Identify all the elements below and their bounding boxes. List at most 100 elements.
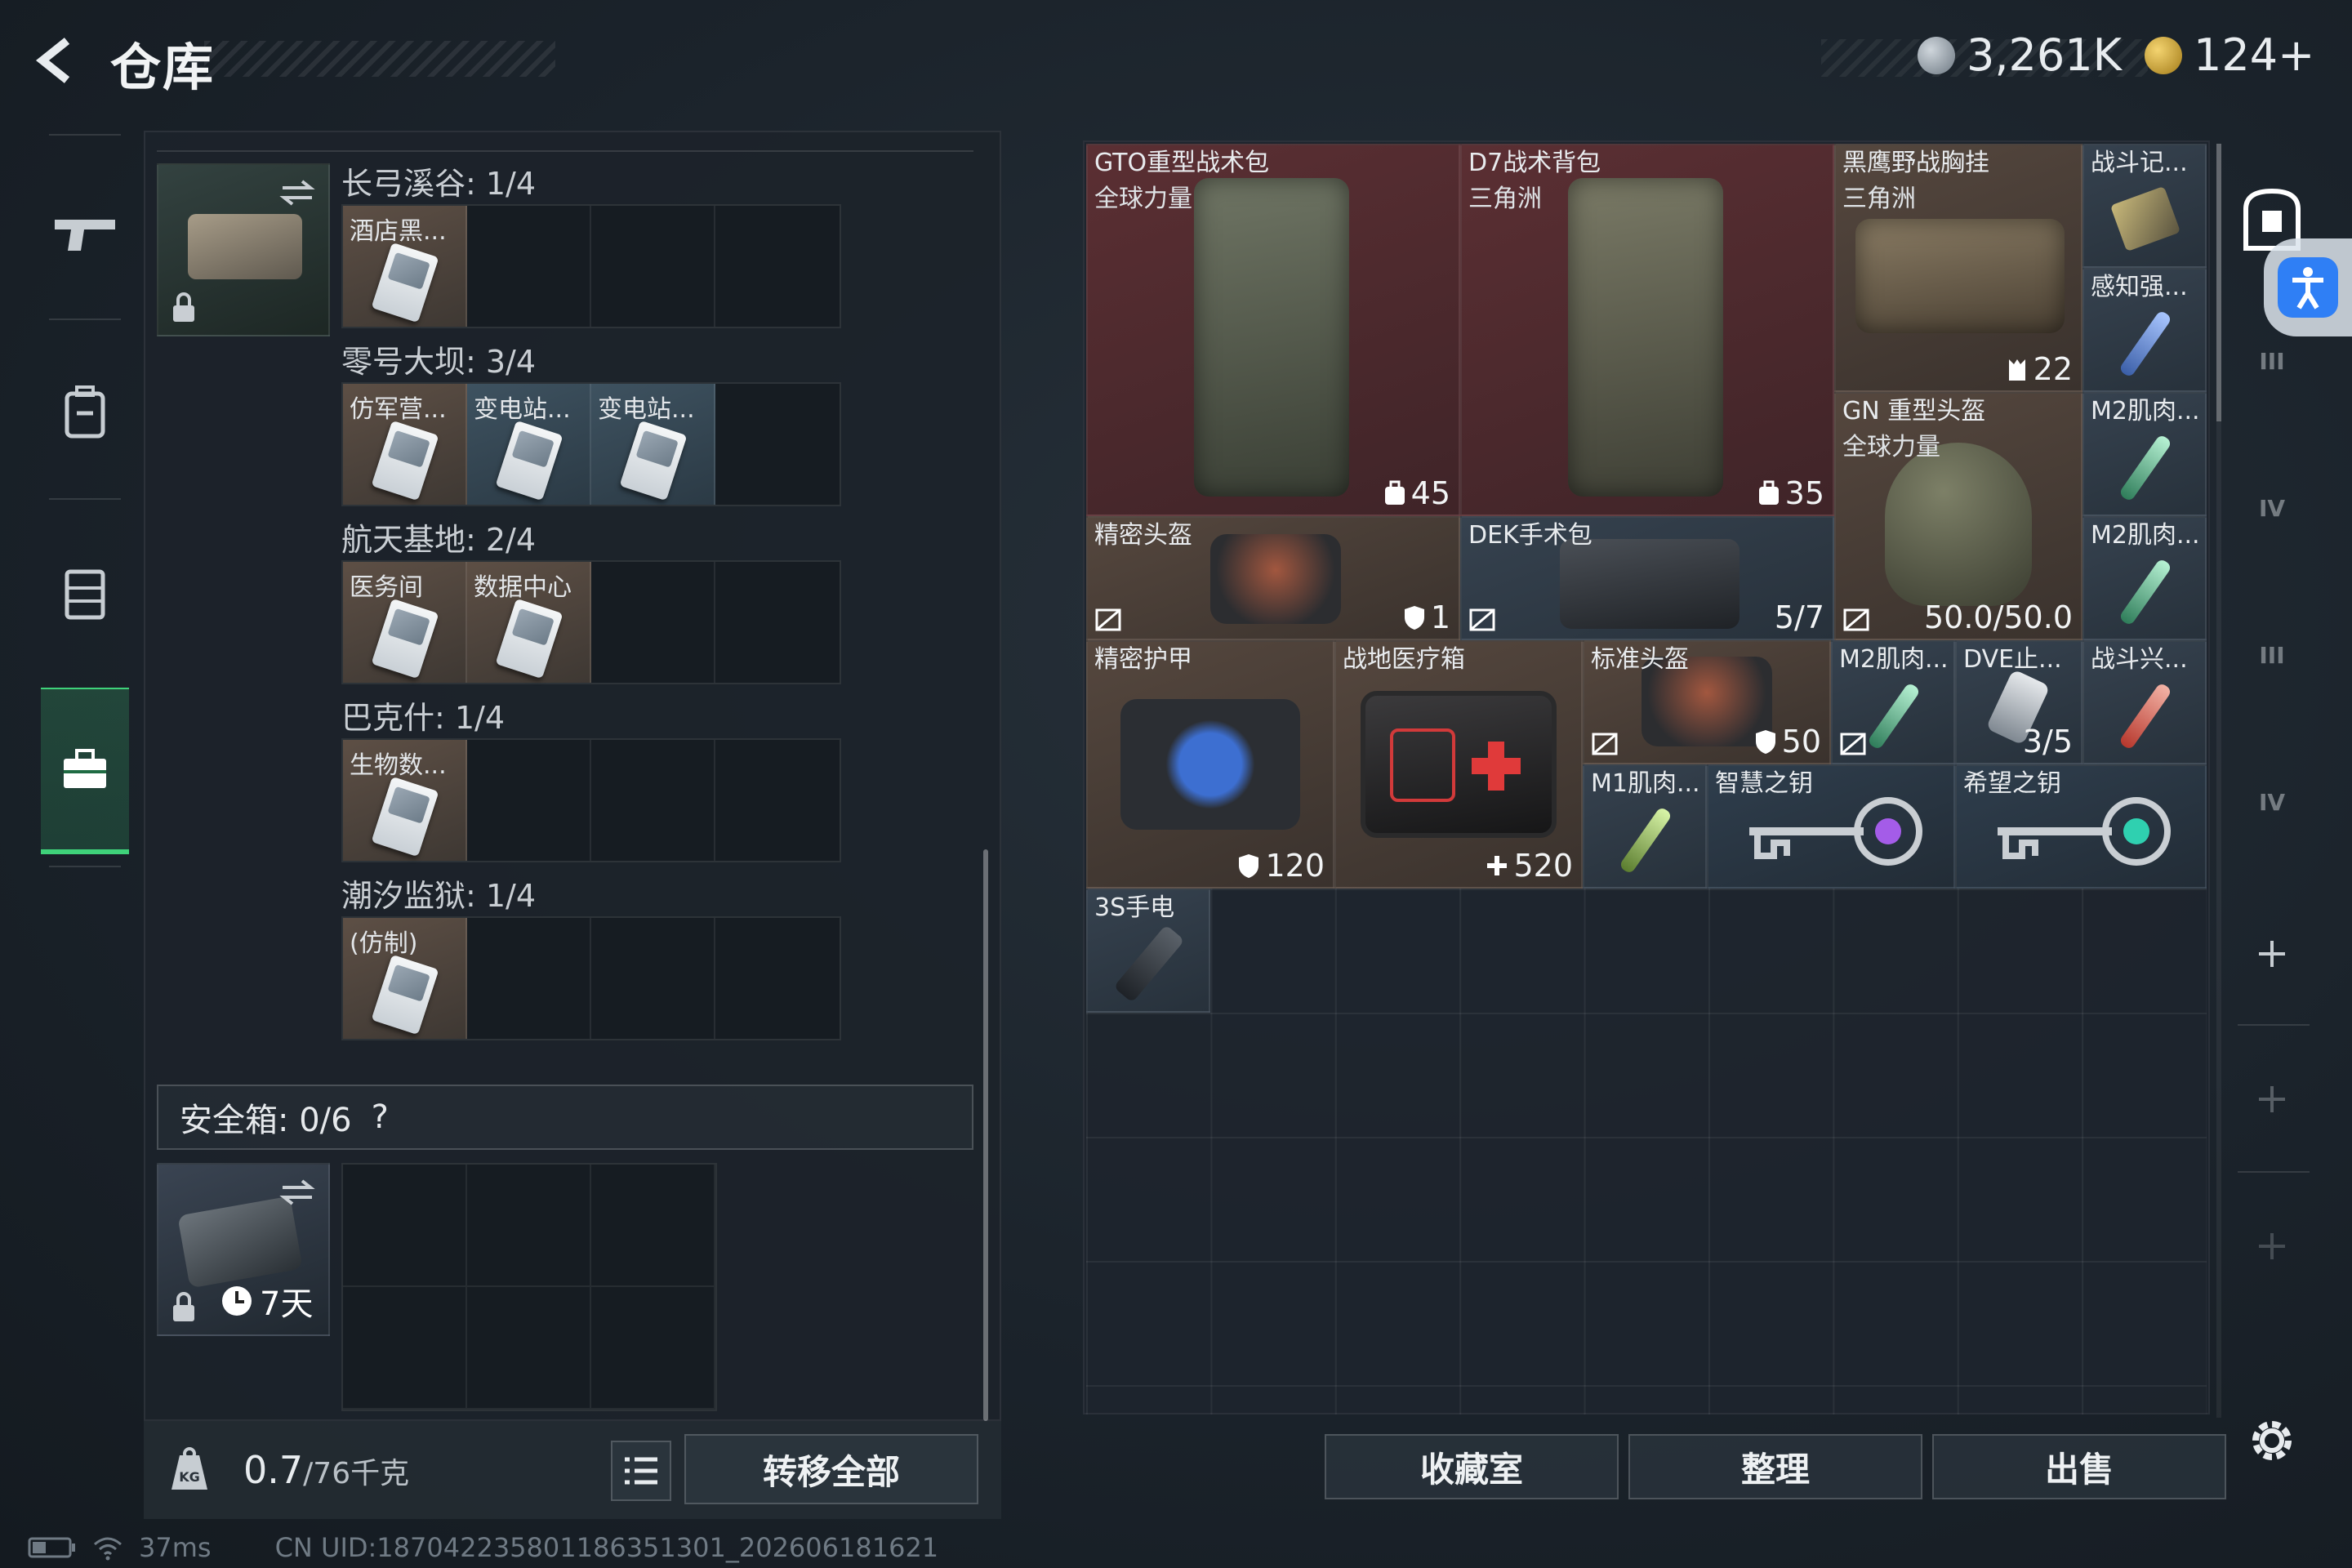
capacity-value: 22 (2033, 351, 2073, 387)
item-armor-durability: 120 (1237, 848, 1325, 884)
item-precise-helmet[interactable]: 精密头盔 1 (1086, 516, 1460, 640)
item-perception-stim[interactable]: 感知强... (2082, 268, 2207, 392)
tab-vest[interactable] (28, 531, 142, 653)
capacity-icon (1384, 480, 1405, 505)
keycard-slot[interactable]: 仿军营... (343, 384, 467, 505)
stash-page-5-button[interactable]: III (2238, 621, 2306, 689)
left-scrollbar[interactable] (983, 849, 988, 1421)
currency-primary[interactable]: 3,261K (1918, 29, 2122, 81)
item-m2-stim[interactable]: M2肌肉... (2082, 392, 2207, 516)
item-3s-flashlight[interactable]: 3S手电 (1086, 889, 1210, 1013)
item-wisdom-key[interactable]: 智慧之钥 (1707, 764, 1955, 889)
keycard-slot[interactable]: 生物数... (343, 740, 467, 861)
page-title: 仓库 (110, 38, 216, 97)
empty-slot[interactable] (343, 1287, 467, 1410)
stash-page-6-button[interactable]: IV (2238, 768, 2306, 836)
safe-box-thumbnail[interactable]: 7天 (157, 1163, 330, 1336)
syringe-image (2118, 681, 2173, 751)
safe-box-header[interactable]: 安全箱: 0/6 ? (157, 1085, 973, 1150)
item-name: 战斗记... (2091, 149, 2188, 177)
item-hope-key[interactable]: 希望之钥 (1955, 764, 2207, 889)
tab-weapons[interactable] (28, 172, 142, 294)
item-combat-stim[interactable]: 战斗兴... (2082, 640, 2207, 764)
accessibility-button[interactable] (2264, 238, 2352, 336)
empty-slot[interactable] (591, 1165, 715, 1287)
empty-slot[interactable] (467, 918, 591, 1039)
empty-slot[interactable] (715, 562, 840, 683)
keycard-slot[interactable]: 酒店黑... (343, 206, 467, 327)
transfer-all-button[interactable]: 转移全部 (684, 1434, 978, 1504)
empty-slot[interactable] (591, 740, 715, 861)
keycard-label: 变电站... (474, 395, 571, 424)
stash-page-4-button[interactable]: IV (2238, 474, 2306, 542)
settings-button[interactable] (2238, 1406, 2306, 1475)
item-standard-helmet[interactable]: 标准头盔 50 (1583, 640, 1831, 764)
add-page-button[interactable] (2238, 920, 2306, 988)
safe-box-grid[interactable] (341, 1163, 717, 1411)
plus-icon (1487, 856, 1508, 875)
item-dve-painkiller[interactable]: DVE止... 3/5 (1955, 640, 2082, 764)
empty-slot[interactable] (591, 206, 715, 327)
stash-page-3-button[interactable]: III (2238, 327, 2306, 395)
item-name: 战地医疗箱 (1343, 645, 1465, 674)
keycard-case-thumbnail[interactable] (157, 163, 330, 336)
empty-slot[interactable] (467, 206, 591, 327)
capacity-value: 35 (1784, 475, 1824, 511)
item-field-medkit[interactable]: 战地医疗箱 520 (1334, 640, 1583, 889)
empty-slot[interactable] (591, 918, 715, 1039)
empty-slot[interactable] (343, 1165, 467, 1287)
empty-slot[interactable] (715, 384, 840, 505)
item-precise-armor[interactable]: 精密护甲 120 (1086, 640, 1334, 889)
item-name: 黑鹰野战胸挂 (1842, 149, 1989, 177)
item-m1-stim[interactable]: M1肌肉... (1583, 764, 1707, 889)
item-dek-surgery-kit[interactable]: DEK手术包 5/7 (1460, 516, 1834, 640)
currency-secondary[interactable]: 124+ (2145, 29, 2314, 81)
briefcase-icon (64, 749, 106, 788)
empty-slot[interactable] (467, 1165, 591, 1287)
empty-slot[interactable] (591, 562, 715, 683)
sell-button[interactable]: 出售 (1932, 1434, 2226, 1499)
item-durability: 50.0/50.0 (1924, 599, 2073, 635)
collection-room-button[interactable]: 收藏室 (1325, 1434, 1619, 1499)
item-blackeagle-rig[interactable]: 黑鹰野战胸挂 三角洲 22 (1834, 144, 2082, 392)
help-icon[interactable]: ? (372, 1098, 389, 1136)
organize-button[interactable]: 整理 (1628, 1434, 1922, 1499)
item-d7-backpack[interactable]: D7战术背包 三角洲 35 (1460, 144, 1834, 516)
empty-slot[interactable] (467, 1287, 591, 1410)
empty-slot[interactable] (715, 918, 840, 1039)
back-button[interactable] (24, 28, 90, 93)
title-decoration (204, 41, 555, 77)
backpack-image (1194, 178, 1349, 497)
battery-icon (28, 1537, 75, 1558)
tab-keycase[interactable] (41, 688, 129, 854)
add-page-button[interactable] (2238, 1065, 2306, 1134)
key-image (1749, 797, 1922, 866)
item-name: GN 重型头盔 (1842, 397, 1986, 425)
empty-slot[interactable] (715, 740, 840, 861)
list-view-button[interactable] (611, 1441, 671, 1501)
swap-icon[interactable] (278, 176, 317, 209)
keycard-slot[interactable]: 变电站... (591, 384, 715, 505)
add-page-button[interactable] (2238, 1212, 2306, 1281)
swap-icon[interactable] (278, 1176, 317, 1209)
empty-slot[interactable] (715, 206, 840, 327)
item-gn-helmet[interactable]: GN 重型头盔 全球力量 50.0/50.0 (1834, 392, 2082, 640)
stash-scrollbar[interactable] (2216, 144, 2221, 1418)
item-m2-stim[interactable]: M2肌肉... (2082, 516, 2207, 640)
empty-slot[interactable] (591, 1287, 715, 1410)
item-m2-stim[interactable]: M2肌肉... (1831, 640, 1955, 764)
item-name: DVE止... (1963, 645, 2062, 674)
keycard-slot[interactable]: 医务间 (343, 562, 467, 683)
item-battle-record[interactable]: 战斗记... (2082, 144, 2207, 268)
keycard-slot[interactable]: 变电站... (467, 384, 591, 505)
rail-divider (49, 134, 121, 136)
keycard-slot[interactable]: 数据中心 (467, 562, 591, 683)
safe-box-label: 安全箱: 0/6 (180, 1102, 352, 1139)
helmet-image (1885, 443, 2032, 606)
keycard-slot[interactable]: (仿制) (343, 918, 467, 1039)
list-icon (625, 1457, 657, 1485)
item-subtitle: 全球力量 (1842, 433, 1940, 461)
empty-slot[interactable] (467, 740, 591, 861)
tab-backpack[interactable] (28, 351, 142, 474)
item-gto-backpack[interactable]: GTO重型战术包 全球力量 45 (1086, 144, 1460, 516)
